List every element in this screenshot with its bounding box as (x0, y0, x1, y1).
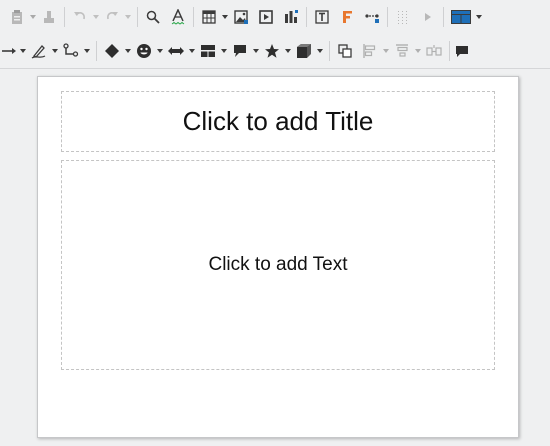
toolbar-separator (449, 41, 450, 61)
curve-dropdown-arrow[interactable] (50, 40, 60, 62)
flowchart-dropdown-arrow[interactable] (219, 40, 229, 62)
3d-objects-dropdown-arrow[interactable] (315, 40, 325, 62)
toolbar-separator (387, 7, 388, 27)
grid-icon[interactable] (392, 6, 414, 28)
distribute-icon[interactable] (423, 40, 445, 62)
paste-dropdown-arrow[interactable] (28, 6, 38, 28)
stars-icon[interactable] (261, 40, 283, 62)
insert-image-icon[interactable] (230, 6, 252, 28)
arrange-dropdown-arrow[interactable] (413, 40, 423, 62)
toolbar-separator (137, 7, 138, 27)
insert-table-dropdown-arrow[interactable] (220, 6, 230, 28)
drawing-toolbar (0, 34, 550, 69)
curve-icon[interactable] (28, 40, 50, 62)
line-dropdown-arrow[interactable] (18, 40, 28, 62)
symbol-shapes-dropdown-arrow[interactable] (155, 40, 165, 62)
connector-icon[interactable] (60, 40, 82, 62)
standard-toolbar (0, 0, 550, 34)
callouts-icon[interactable] (229, 40, 251, 62)
flowchart-icon[interactable] (197, 40, 219, 62)
insert-textbox-icon[interactable] (311, 6, 333, 28)
title-placeholder-text: Click to add Title (182, 106, 374, 136)
start-slideshow-icon[interactable] (417, 6, 439, 28)
title-placeholder[interactable]: Click to add Title (61, 91, 495, 152)
block-arrows-icon[interactable] (165, 40, 187, 62)
toolbar-separator (193, 7, 194, 27)
undo-dropdown-arrow[interactable] (91, 6, 101, 28)
basic-shapes-dropdown-arrow[interactable] (123, 40, 133, 62)
paste-icon[interactable] (6, 6, 28, 28)
body-placeholder[interactable]: Click to add Text (61, 160, 495, 370)
clone-formatting-icon[interactable] (38, 6, 60, 28)
toolbar-separator (443, 7, 444, 27)
spelling-icon[interactable] (167, 6, 189, 28)
redo-dropdown-arrow[interactable] (123, 6, 133, 28)
shadow-icon[interactable] (334, 40, 356, 62)
align-dropdown-arrow[interactable] (381, 40, 391, 62)
stars-dropdown-arrow[interactable] (283, 40, 293, 62)
fontwork-icon[interactable] (336, 6, 358, 28)
basic-shapes-icon[interactable] (101, 40, 123, 62)
slide-layout-icon[interactable] (448, 6, 474, 28)
3d-objects-icon[interactable] (293, 40, 315, 62)
callouts-dropdown-arrow[interactable] (251, 40, 261, 62)
arrange-icon[interactable] (391, 40, 413, 62)
toolbar-separator (64, 7, 65, 27)
slide-editing-area: Click to add Title Click to add Text (0, 69, 550, 446)
line-icon[interactable] (0, 40, 18, 62)
toolbar-separator (306, 7, 307, 27)
find-replace-icon[interactable] (142, 6, 164, 28)
slide-layout-dropdown-arrow[interactable] (474, 6, 484, 28)
insert-comment-icon[interactable] (454, 40, 470, 62)
align-icon[interactable] (359, 40, 381, 62)
redo-icon[interactable] (101, 6, 123, 28)
body-placeholder-text: Click to add Text (208, 254, 348, 275)
slide[interactable]: Click to add Title Click to add Text (37, 76, 519, 438)
insert-table-icon[interactable] (198, 6, 220, 28)
insert-media-icon[interactable] (255, 6, 277, 28)
toolbar-separator (329, 41, 330, 61)
connectors-icon[interactable] (361, 6, 383, 28)
insert-chart-icon[interactable] (280, 6, 302, 28)
toolbar-separator (96, 41, 97, 61)
symbol-shapes-icon[interactable] (133, 40, 155, 62)
block-arrows-dropdown-arrow[interactable] (187, 40, 197, 62)
connector-dropdown-arrow[interactable] (82, 40, 92, 62)
undo-icon[interactable] (69, 6, 91, 28)
